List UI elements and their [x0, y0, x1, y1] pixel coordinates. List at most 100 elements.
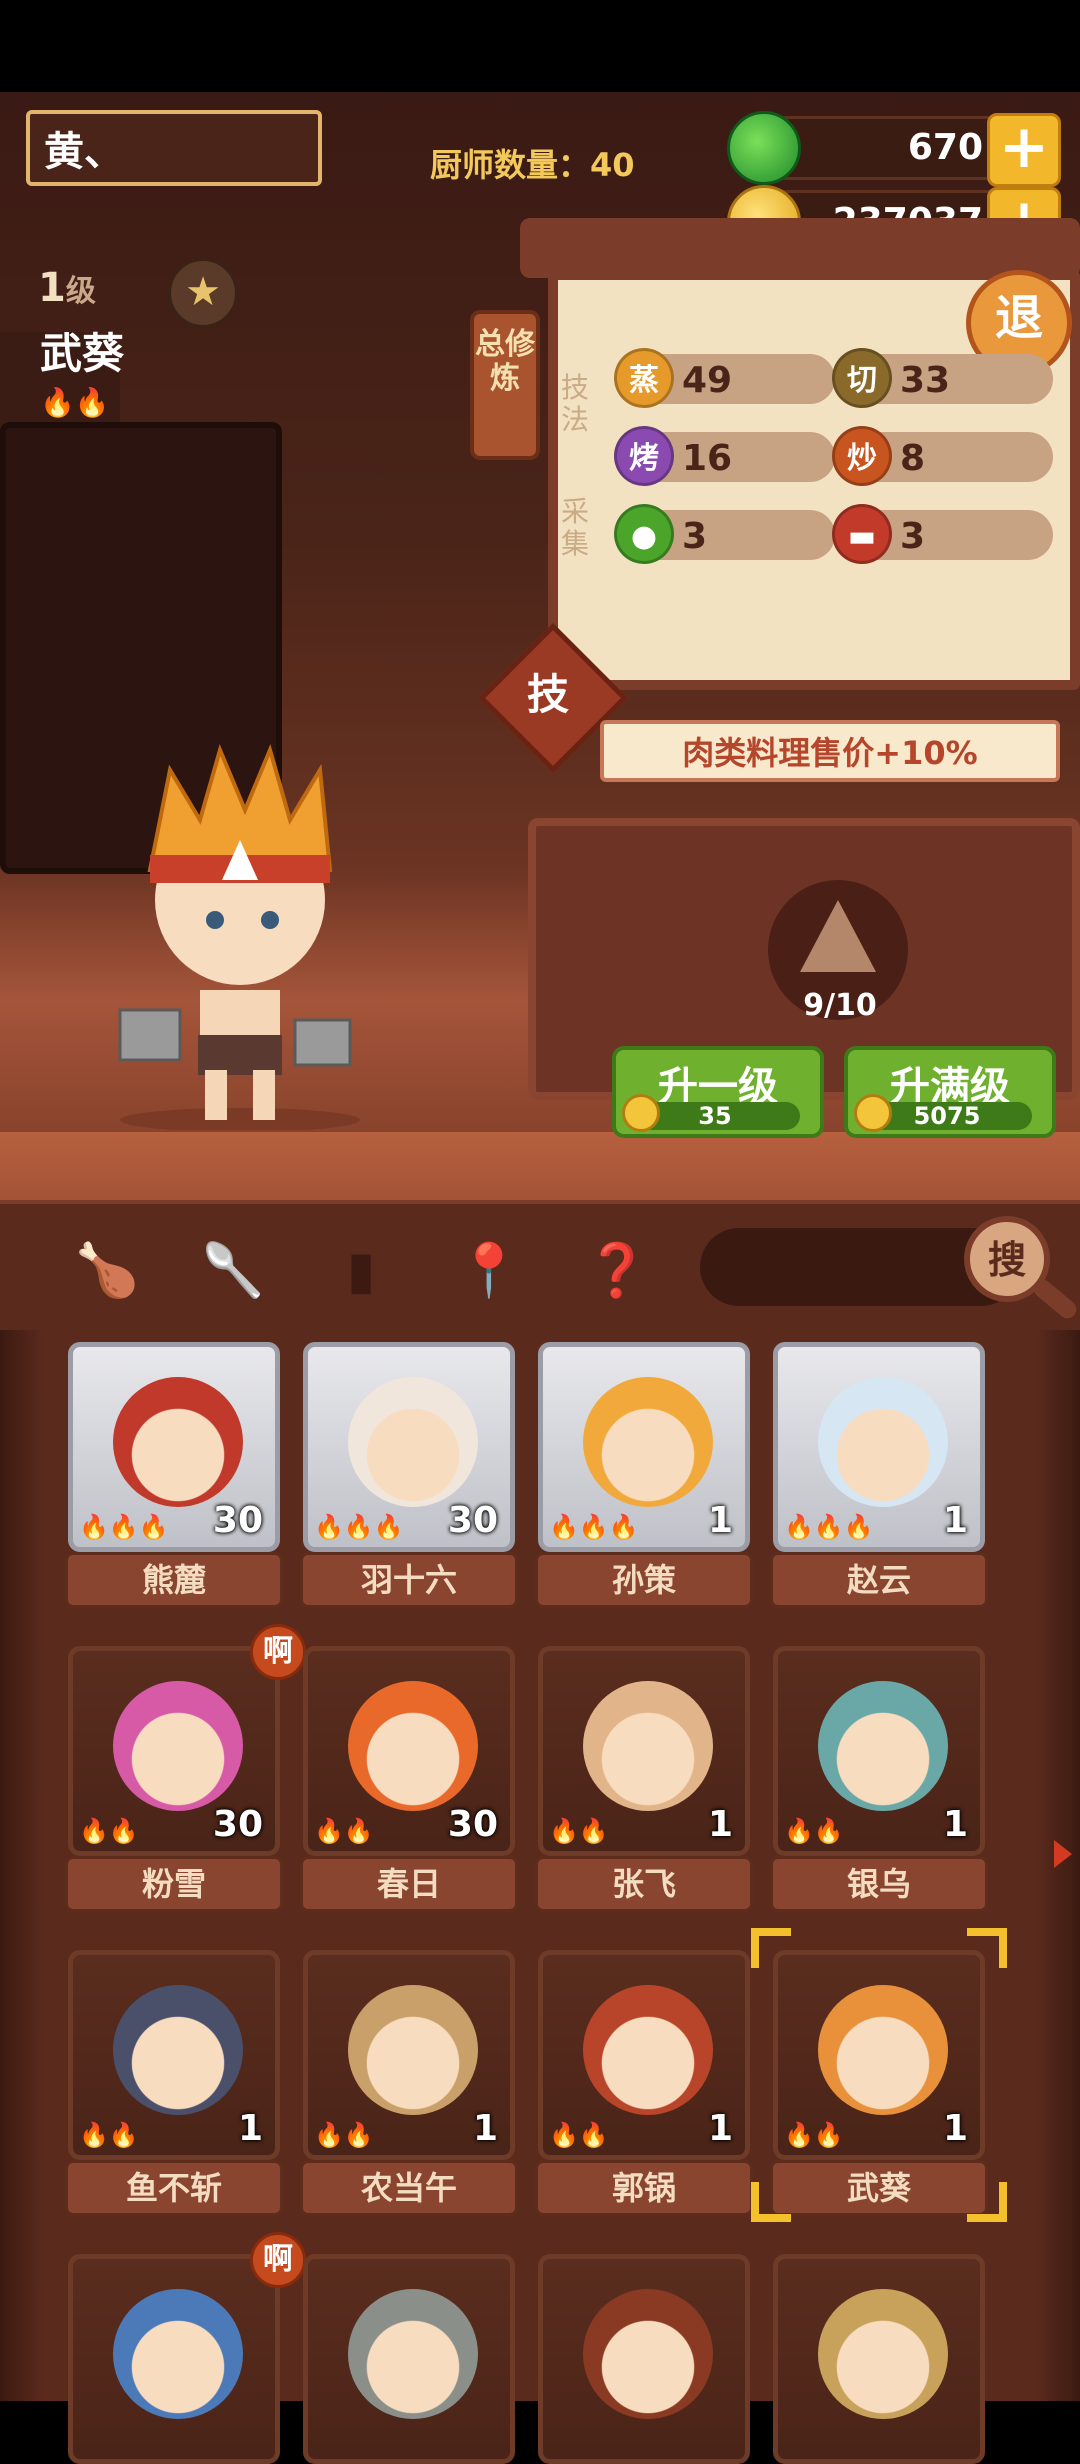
chef-portrait — [583, 1985, 713, 2115]
meat-value: 3 — [900, 516, 926, 557]
chef-card[interactable]: 🔥🔥 1 — [773, 1646, 985, 1856]
skill-section-label: 技法 — [560, 371, 589, 436]
jade-icon — [727, 111, 801, 185]
skill-cut: 切 33 — [832, 348, 1053, 408]
chef-card-name[interactable]: 赵云 — [770, 1552, 988, 1608]
chef-card[interactable]: 🔥🔥 30 — [303, 1646, 515, 1856]
gather-vegetable: ● 3 — [614, 504, 835, 564]
skill-badge-label[interactable]: 技 — [500, 650, 596, 740]
chef-card[interactable]: 🔥🔥 1 — [538, 1646, 750, 1856]
chef-card[interactable] — [68, 2254, 280, 2464]
stirfry-value: 8 — [900, 438, 926, 479]
chef-card[interactable]: 🔥🔥🔥 30 — [303, 1342, 515, 1552]
scroll-top-rod — [520, 218, 1080, 278]
cut-icon: 切 — [832, 348, 892, 408]
cut-value: 33 — [900, 360, 951, 401]
chef-card[interactable]: 🔥🔥 1 — [303, 1950, 515, 2160]
shovel-icon[interactable]: 🥄 — [198, 1236, 268, 1306]
chef-portrait — [818, 1377, 948, 1507]
chef-card-flames: 🔥🔥 — [549, 1817, 609, 1845]
chef-card-name[interactable]: 熊麓 — [65, 1552, 283, 1608]
chef-portrait — [818, 1985, 948, 2115]
upgrade-one-button[interactable]: 升一级 35 — [612, 1046, 824, 1138]
player-name-box[interactable]: 黄、 — [26, 110, 322, 186]
coin-icon — [854, 1094, 892, 1132]
skill-book-icon — [800, 900, 876, 972]
status-bar — [0, 0, 1080, 92]
vegetable-value: 3 — [682, 516, 708, 557]
chef-count: 厨师数量：40 — [430, 146, 635, 184]
chef-portrait — [348, 1985, 478, 2115]
chef-card-flames: 🔥🔥🔥 — [549, 1513, 639, 1541]
chef-card-flames: 🔥🔥 — [549, 2121, 609, 2149]
jade-currency: 670 + — [727, 111, 1061, 187]
chef-card-name[interactable]: 孙策 — [535, 1552, 753, 1608]
chef-card[interactable]: 🔥🔥 1 — [773, 1950, 985, 2160]
stirfry-icon: 炒 — [832, 426, 892, 486]
chef-flames: 🔥🔥 — [40, 386, 110, 419]
chef-portrait — [583, 1377, 713, 1507]
chef-card-name[interactable]: 粉雪 — [65, 1856, 283, 1912]
chef-card-flames: 🔥🔥 — [314, 1817, 374, 1845]
chef-portrait — [113, 1377, 243, 1507]
chef-card[interactable]: 🔥🔥 1 — [68, 1950, 280, 2160]
tab-total-training[interactable]: 总修炼 — [470, 310, 540, 460]
chef-card-level: 30 — [447, 1500, 498, 1541]
chef-card[interactable]: 🔥🔥 1 — [538, 1950, 750, 2160]
selection-corner — [751, 2182, 791, 2222]
chef-portrait — [583, 2289, 713, 2419]
floor — [0, 1132, 1080, 1200]
chef-portrait — [113, 1681, 243, 1811]
scroll-right-arrow-icon[interactable] — [1054, 1840, 1072, 1868]
chef-card-name[interactable]: 春日 — [300, 1856, 518, 1912]
chef-card-name[interactable]: 张飞 — [535, 1856, 753, 1912]
bonus-banner: 肉类料理售价+10% — [600, 720, 1060, 782]
chef-card-level: 30 — [212, 1804, 263, 1845]
chef-card-level: 1 — [942, 1500, 968, 1541]
chef-portrait — [818, 1681, 948, 1811]
coin-icon — [622, 1094, 660, 1132]
chef-card[interactable] — [303, 2254, 515, 2464]
chef-card[interactable] — [773, 2254, 985, 2464]
chef-portrait — [583, 1681, 713, 1811]
cabbage-icon: ● — [614, 504, 674, 564]
chef-portrait — [818, 2289, 948, 2419]
chef-card-name[interactable]: 羽十六 — [300, 1552, 518, 1608]
selection-corner — [751, 1928, 791, 1968]
skill-roast: 烤 16 — [614, 426, 835, 486]
meat-leg-icon[interactable]: 🍗 — [72, 1236, 142, 1306]
meat-icon: ▬ — [832, 504, 892, 564]
chef-card-name[interactable]: 武葵 — [770, 2160, 988, 2216]
chef-card-level: 1 — [942, 2108, 968, 2149]
chef-level-suffix: 级 — [65, 274, 96, 309]
add-jade-button[interactable]: + — [987, 113, 1061, 187]
steam-value: 49 — [682, 360, 733, 401]
chef-card[interactable]: 🔥🔥 30 — [68, 1646, 280, 1856]
location-icon[interactable]: 📍 — [454, 1236, 524, 1306]
chef-card-flames: 🔥🔥🔥 — [314, 1513, 404, 1541]
chef-card-flames: 🔥🔥 — [784, 1817, 844, 1845]
chef-portrait — [348, 2289, 478, 2419]
search-button[interactable]: 搜 — [964, 1216, 1050, 1302]
upgrade-max-button[interactable]: 升满级 5075 — [844, 1046, 1056, 1138]
new-badge-icon: 啊 — [250, 1624, 306, 1680]
chef-card-flames: 🔥🔥 — [79, 2121, 139, 2149]
chef-portrait — [113, 1985, 243, 2115]
chef-card-name[interactable]: 鱼不斩 — [65, 2160, 283, 2216]
chef-card[interactable] — [538, 2254, 750, 2464]
jar-icon[interactable]: ▮ — [326, 1236, 396, 1306]
chef-card-name[interactable]: 银乌 — [770, 1856, 988, 1912]
chef-card-level: 30 — [447, 1804, 498, 1845]
skill-book-count: 9/10 — [803, 988, 877, 1023]
question-map-icon[interactable]: ❓ — [582, 1236, 652, 1306]
chef-card-name[interactable]: 郭锅 — [535, 2160, 753, 2216]
skill-stirfry: 炒 8 — [832, 426, 1053, 486]
new-badge-icon: 啊 — [250, 2232, 306, 2288]
chef-card-name[interactable]: 农当午 — [300, 2160, 518, 2216]
chef-card-level: 1 — [707, 1804, 733, 1845]
chef-card[interactable]: 🔥🔥🔥 30 — [68, 1342, 280, 1552]
chef-card[interactable]: 🔥🔥🔥 1 — [538, 1342, 750, 1552]
roast-value: 16 — [682, 438, 733, 479]
chef-card[interactable]: 🔥🔥🔥 1 — [773, 1342, 985, 1552]
star-icon[interactable]: ★ — [168, 258, 238, 328]
